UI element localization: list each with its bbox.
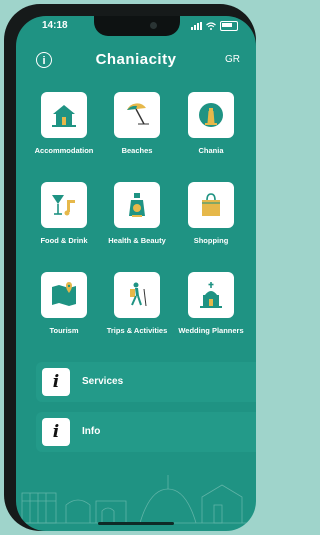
services-row[interactable]: i Services: [36, 362, 256, 402]
info-row-icon: i: [42, 418, 70, 446]
tile-label: Wedding Planners: [178, 326, 244, 335]
tile-beaches[interactable]: Beaches: [102, 92, 172, 155]
wifi-icon: [206, 22, 216, 30]
tile-icon-box: [188, 92, 234, 138]
tile-chania[interactable]: Chania: [176, 92, 246, 155]
tile-label: Tourism: [49, 326, 79, 335]
tile-food-drink[interactable]: Food & Drink: [29, 182, 99, 245]
tile-icon-box: [114, 182, 160, 228]
perfume-icon: [129, 193, 145, 217]
home-indicator[interactable]: [98, 522, 174, 525]
app-header: i Chaniacity GR: [16, 50, 256, 74]
services-info-icon: i: [42, 368, 70, 396]
tile-accommodation[interactable]: Accommodation: [29, 92, 99, 155]
house-icon: [52, 105, 76, 127]
tile-label: Chania: [198, 146, 224, 155]
status-time: 14:18: [42, 20, 68, 31]
services-label: Services: [82, 376, 124, 387]
info-row[interactable]: i Info: [36, 412, 256, 452]
tile-health-beauty[interactable]: Health & Beauty: [102, 182, 172, 245]
map-icon: [52, 282, 76, 306]
tile-icon-box: [114, 92, 160, 138]
tile-icon-box: [41, 272, 87, 318]
tile-icon-box: [41, 182, 87, 228]
signal-icon: [191, 22, 202, 30]
language-toggle[interactable]: GR: [225, 54, 240, 65]
tile-icon-box: [188, 182, 234, 228]
hiker-icon: [130, 282, 147, 307]
app-title: Chaniacity: [95, 51, 177, 68]
info-label: Info: [82, 426, 101, 437]
battery-icon: [220, 21, 238, 31]
tile-label: Trips & Activities: [106, 326, 168, 335]
chapel-icon: [200, 282, 222, 308]
tile-wedding-planners[interactable]: Wedding Planners: [176, 272, 246, 335]
tile-icon-box: [114, 272, 160, 318]
tile-label: Food & Drink: [40, 236, 88, 245]
phone-frame: 14:18 i Chaniacity GR Accommodation Beac…: [4, 4, 256, 531]
tile-label: Health & Beauty: [108, 236, 166, 245]
drinks-icon: [52, 195, 75, 216]
tile-trips-activities[interactable]: Trips & Activities: [102, 272, 172, 335]
tile-icon-box: [41, 92, 87, 138]
camera-icon: [150, 22, 157, 29]
shopping-bag-icon: [202, 193, 220, 216]
app-screen: 14:18 i Chaniacity GR Accommodation Beac…: [16, 16, 256, 531]
tile-label: Shopping: [193, 236, 229, 245]
tile-label: Accommodation: [34, 146, 94, 155]
city-skyline-decoration: [16, 475, 256, 524]
lighthouse-icon: [199, 103, 223, 127]
umbrella-icon: [127, 103, 149, 125]
notch: [94, 16, 180, 36]
tile-tourism[interactable]: Tourism: [29, 272, 99, 335]
status-icons: [191, 21, 238, 31]
tile-icon-box: [188, 272, 234, 318]
tile-shopping[interactable]: Shopping: [176, 182, 246, 245]
tile-label: Beaches: [121, 146, 153, 155]
